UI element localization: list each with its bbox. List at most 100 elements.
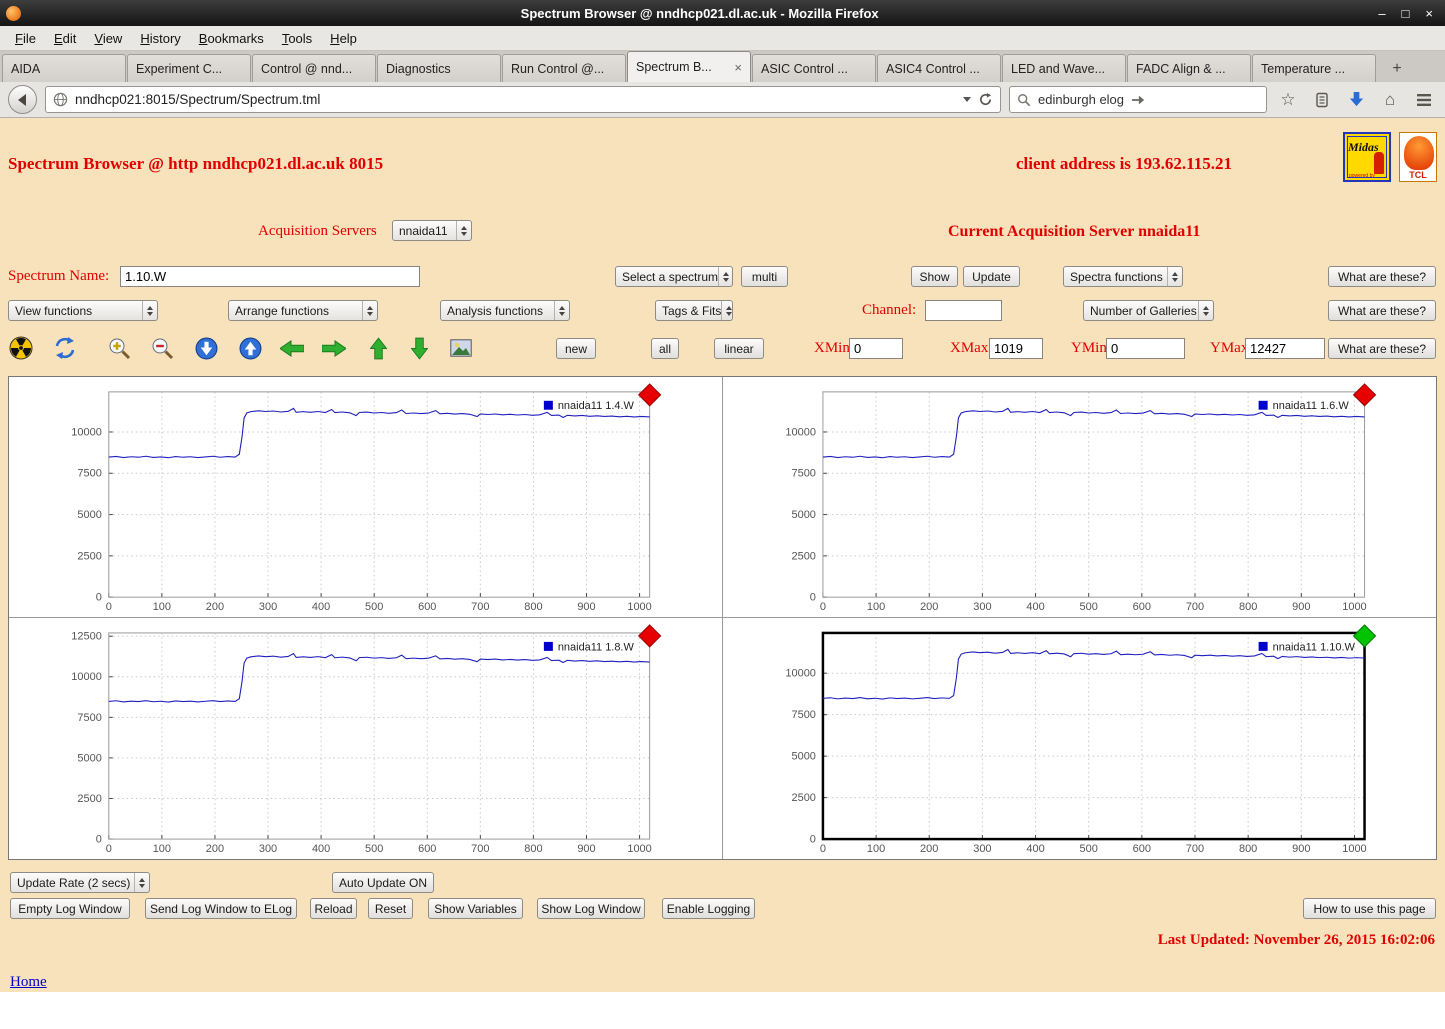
tab-run-control[interactable]: Run Control @... bbox=[502, 54, 626, 82]
tab-led-wave[interactable]: LED and Wave... bbox=[1002, 54, 1126, 82]
ymin-input[interactable] bbox=[1106, 338, 1185, 359]
tab-control[interactable]: Control @ nnd... bbox=[252, 54, 376, 82]
downloads-icon[interactable] bbox=[1343, 87, 1369, 113]
arrange-functions-select[interactable]: Arrange functions bbox=[228, 300, 378, 321]
xmax-input[interactable] bbox=[989, 338, 1043, 359]
tab-experiment[interactable]: Experiment C... bbox=[127, 54, 251, 82]
reload-button[interactable]: Reload bbox=[310, 898, 357, 919]
spectrum-chart-1.4.W[interactable]: 0 100 200 300 400 500 600 700 800 900 100002500500… bbox=[9, 377, 722, 617]
menu-edit[interactable]: Edit bbox=[45, 28, 85, 49]
svg-text:800: 800 bbox=[1238, 601, 1256, 613]
tab-asic-control[interactable]: ASIC Control ... bbox=[752, 54, 876, 82]
show-variables-button[interactable]: Show Variables bbox=[428, 898, 523, 919]
search-bar[interactable]: edinburgh elog bbox=[1009, 86, 1267, 113]
tab-spectrum-browser[interactable]: Spectrum B... × bbox=[627, 51, 751, 82]
what-are-these-button-1[interactable]: What are these? bbox=[1328, 266, 1436, 287]
svg-text:500: 500 bbox=[1079, 601, 1097, 613]
home-icon[interactable]: ⌂ bbox=[1377, 87, 1403, 113]
how-to-use-button[interactable]: How to use this page bbox=[1303, 898, 1436, 919]
send-log-window-button[interactable]: Send Log Window to ELog bbox=[145, 898, 297, 919]
menu-file[interactable]: File bbox=[6, 28, 45, 49]
what-are-these-button-2[interactable]: What are these? bbox=[1328, 300, 1436, 321]
menu-help[interactable]: Help bbox=[321, 28, 366, 49]
search-go-icon[interactable] bbox=[1131, 93, 1145, 107]
tab-fadc-align[interactable]: FADC Align & ... bbox=[1127, 54, 1251, 82]
chart-cell-4: 0 100 200 300 400 500 600 700 800 900 1000 0 2500 500… bbox=[723, 618, 1437, 859]
logos: Midas powered by TCL bbox=[1343, 132, 1437, 182]
update-rate-select[interactable]: Update Rate (2 secs) bbox=[10, 872, 150, 893]
menu-bookmarks[interactable]: Bookmarks bbox=[190, 28, 273, 49]
channel-input[interactable] bbox=[925, 300, 1002, 321]
radiation-icon[interactable] bbox=[8, 335, 34, 361]
menu-tools[interactable]: Tools bbox=[273, 28, 321, 49]
spectra-functions-select[interactable]: Spectra functions bbox=[1063, 266, 1183, 287]
select-spinner-icon bbox=[718, 267, 733, 286]
svg-text:7500: 7500 bbox=[77, 468, 101, 480]
svg-text:0: 0 bbox=[819, 601, 825, 613]
svg-text:900: 900 bbox=[1292, 843, 1310, 855]
tab-diagnostics[interactable]: Diagnostics bbox=[377, 54, 501, 82]
new-button[interactable]: new bbox=[556, 338, 596, 359]
svg-text:100: 100 bbox=[153, 601, 171, 613]
zoom-axis-down-icon[interactable] bbox=[193, 335, 219, 361]
minimize-button[interactable]: – bbox=[1378, 6, 1385, 21]
update-button[interactable]: Update bbox=[963, 266, 1020, 287]
svg-text:700: 700 bbox=[1185, 843, 1203, 855]
view-functions-select[interactable]: View functions bbox=[8, 300, 158, 321]
new-tab-button[interactable]: + bbox=[1381, 56, 1413, 82]
show-log-window-button[interactable]: Show Log Window bbox=[537, 898, 645, 919]
close-button[interactable]: × bbox=[1425, 6, 1433, 21]
spectrum-chart-1.8.W[interactable]: 0 100 200 300 400 500 600 700 800 900 100002500500… bbox=[9, 618, 722, 859]
menu-icon[interactable] bbox=[1411, 87, 1437, 113]
empty-log-window-button[interactable]: Empty Log Window bbox=[10, 898, 130, 919]
zoom-out-icon[interactable] bbox=[149, 335, 175, 361]
tab-close-icon[interactable]: × bbox=[730, 60, 742, 75]
number-of-galleries-select[interactable]: Number of Galleries bbox=[1083, 300, 1214, 321]
arrow-right-icon[interactable] bbox=[321, 335, 347, 361]
arrow-up-icon[interactable] bbox=[365, 335, 391, 361]
all-button[interactable]: all bbox=[651, 338, 679, 359]
midas-logo[interactable]: Midas powered by bbox=[1343, 132, 1391, 182]
zoom-axis-up-icon[interactable] bbox=[237, 335, 263, 361]
tab-temperature[interactable]: Temperature ... bbox=[1252, 54, 1376, 82]
back-button[interactable] bbox=[8, 85, 37, 114]
what-are-these-button-3[interactable]: What are these? bbox=[1328, 338, 1436, 359]
tcl-logo[interactable]: TCL bbox=[1399, 132, 1437, 182]
reload-icon[interactable] bbox=[978, 92, 993, 107]
zoom-in-icon[interactable] bbox=[106, 335, 132, 361]
enable-logging-button[interactable]: Enable Logging bbox=[662, 898, 755, 919]
tags-fits-select[interactable]: Tags & Fits bbox=[655, 300, 733, 321]
tab-aida[interactable]: AIDA bbox=[2, 54, 126, 82]
image-icon[interactable] bbox=[448, 335, 474, 361]
ymax-input[interactable] bbox=[1245, 338, 1325, 359]
arrow-down-icon[interactable] bbox=[406, 335, 432, 361]
maximize-button[interactable]: □ bbox=[1402, 6, 1410, 21]
spectrum-chart-1.10.W[interactable]: 0 100 200 300 400 500 600 700 800 900 100002500500… bbox=[723, 618, 1437, 859]
xmin-input[interactable] bbox=[849, 338, 903, 359]
show-button[interactable]: Show bbox=[911, 266, 958, 287]
acquisition-server-select[interactable]: nnaida11 bbox=[392, 220, 472, 241]
multi-button[interactable]: multi bbox=[741, 266, 788, 287]
home-link[interactable]: Home bbox=[10, 974, 47, 990]
url-bar[interactable]: nndhcp021:8015/Spectrum/Spectrum.tml bbox=[45, 86, 1001, 113]
arrow-left-icon[interactable] bbox=[279, 335, 305, 361]
svg-text:0: 0 bbox=[809, 592, 815, 604]
menubar: File Edit View History Bookmarks Tools H… bbox=[0, 26, 1445, 51]
menu-view[interactable]: View bbox=[85, 28, 131, 49]
select-spinner-icon bbox=[1198, 301, 1213, 320]
auto-update-button[interactable]: Auto Update ON bbox=[332, 872, 434, 893]
refresh-icon[interactable] bbox=[52, 335, 78, 361]
spectrum-chart-1.6.W[interactable]: 0 100 200 300 400 500 600 700 800 900 100002500500… bbox=[723, 377, 1437, 617]
bookmarks-menu-icon[interactable] bbox=[1309, 87, 1335, 113]
svg-text:300: 300 bbox=[973, 843, 991, 855]
spectrum-name-input[interactable] bbox=[120, 266, 420, 287]
linear-button[interactable]: linear bbox=[714, 338, 764, 359]
menu-history[interactable]: History bbox=[131, 28, 189, 49]
tab-asic4-control[interactable]: ASIC4 Control ... bbox=[877, 54, 1001, 82]
select-a-spectrum-select[interactable]: Select a spectrum bbox=[615, 266, 733, 287]
url-dropdown-icon[interactable] bbox=[963, 97, 971, 102]
analysis-functions-select[interactable]: Analysis functions bbox=[440, 300, 570, 321]
url-text: nndhcp021:8015/Spectrum/Spectrum.tml bbox=[75, 92, 321, 107]
reset-button[interactable]: Reset bbox=[368, 898, 413, 919]
bookmark-star-icon[interactable]: ☆ bbox=[1275, 87, 1301, 113]
